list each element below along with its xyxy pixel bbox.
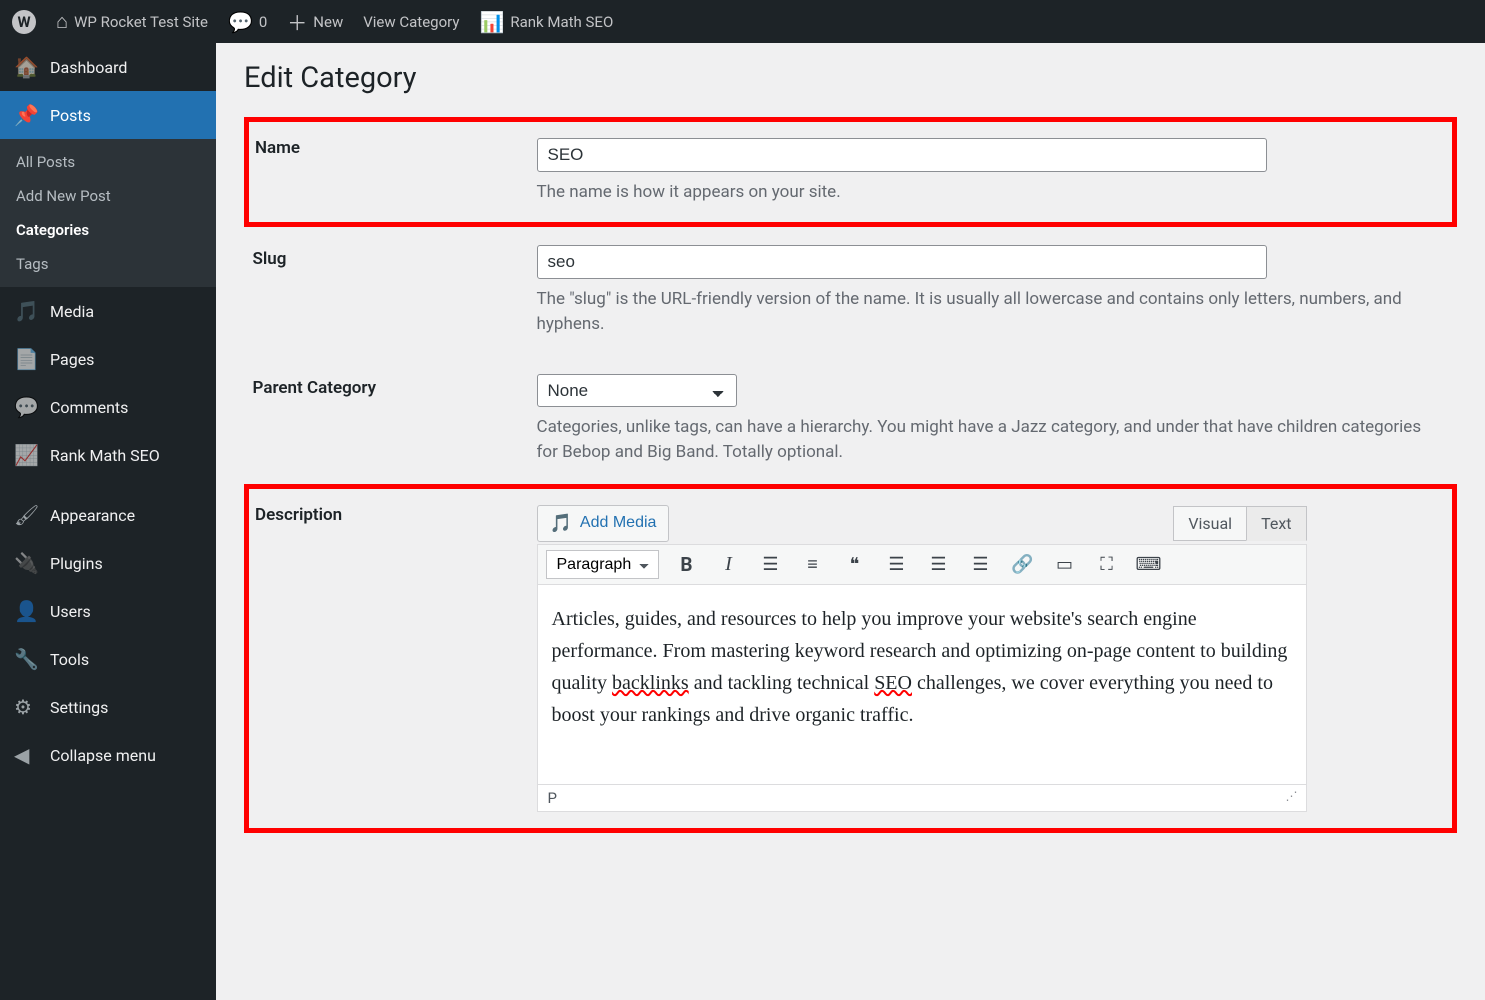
parent-label: Parent Category xyxy=(247,356,537,487)
collapse-icon: ◀ xyxy=(14,743,38,767)
comments-bubble[interactable]: 💬0 xyxy=(228,10,267,34)
sidebar-sub-tags[interactable]: Tags xyxy=(0,247,216,281)
comment-icon: 💬 xyxy=(228,10,253,34)
blockquote-button[interactable]: ❝ xyxy=(841,550,869,578)
sidebar-sub-categories[interactable]: Categories xyxy=(0,213,216,247)
description-editor[interactable]: Articles, guides, and resources to help … xyxy=(537,585,1307,785)
new-content[interactable]: ＋ New xyxy=(287,7,343,36)
admin-sidebar: 🏠 Dashboard 📌 Posts All Posts Add New Post… xyxy=(0,43,216,1000)
format-select[interactable]: Paragraph xyxy=(546,550,659,579)
site-name-label: WP Rocket Test Site xyxy=(74,13,208,31)
new-label: New xyxy=(313,13,343,31)
sidebar-sub-all-posts[interactable]: All Posts xyxy=(0,145,216,179)
media-icon: 🎵 xyxy=(550,513,572,534)
name-input[interactable] xyxy=(537,138,1267,172)
sidebar-item-label: Settings xyxy=(50,698,108,717)
sidebar-item-label: Pages xyxy=(50,350,94,369)
pin-icon: 📌 xyxy=(14,103,38,127)
plus-icon: ＋ xyxy=(287,7,307,36)
resize-handle[interactable]: ⋰ xyxy=(1286,789,1296,807)
description-label: Description xyxy=(247,486,537,830)
sidebar-item-pages[interactable]: 📄 Pages xyxy=(0,335,216,383)
align-left-button[interactable]: ☰ xyxy=(883,550,911,578)
comment-icon: 💬 xyxy=(14,395,38,419)
sidebar-item-dashboard[interactable]: 🏠 Dashboard xyxy=(0,43,216,91)
add-media-label: Add Media xyxy=(580,514,657,532)
slug-input[interactable] xyxy=(537,245,1267,279)
sidebar-item-label: Comments xyxy=(50,398,128,417)
wrench-icon: 🔧 xyxy=(14,647,38,671)
sidebar-item-appearance[interactable]: 🖌 Appearance xyxy=(0,491,216,539)
editor-status-bar: P ⋰ xyxy=(537,785,1307,812)
align-center-button[interactable]: ☰ xyxy=(925,550,953,578)
align-right-button[interactable]: ☰ xyxy=(967,550,995,578)
sidebar-item-label: Collapse menu xyxy=(50,746,156,765)
editor-toolbar: Paragraph B I ☰ ≡ ❝ ☰ ☰ ☰ 🔗 ▭ ⛶ xyxy=(537,544,1307,585)
settings-icon: ⚙ xyxy=(14,695,38,719)
sidebar-item-media[interactable]: 🎵 Media xyxy=(0,287,216,335)
chart-icon: 📈 xyxy=(14,443,38,467)
chart-icon: 📊 xyxy=(479,10,504,34)
parent-hint: Categories, unlike tags, can have a hier… xyxy=(537,415,1443,466)
sidebar-item-comments[interactable]: 💬 Comments xyxy=(0,383,216,431)
sidebar-item-label: Media xyxy=(50,302,94,321)
main-content: Edit Category Name The name is how it ap… xyxy=(216,43,1485,1000)
user-icon: 👤 xyxy=(14,599,38,623)
sidebar-item-label: Dashboard xyxy=(50,58,127,77)
fullscreen-button[interactable]: ⛶ xyxy=(1093,550,1121,578)
tab-text[interactable]: Text xyxy=(1246,506,1306,541)
media-icon: 🎵 xyxy=(14,299,38,323)
sidebar-item-label: Users xyxy=(50,602,91,621)
comment-count: 0 xyxy=(259,13,267,31)
rankmath-topbar[interactable]: 📊 Rank Math SEO xyxy=(479,10,613,34)
sidebar-item-users[interactable]: 👤 Users xyxy=(0,587,216,635)
tab-visual[interactable]: Visual xyxy=(1173,506,1246,541)
dashboard-icon: 🏠 xyxy=(14,55,38,79)
slug-row: Slug The "slug" is the URL-friendly vers… xyxy=(247,224,1455,356)
brush-icon: 🖌 xyxy=(14,503,38,527)
parent-select[interactable]: None xyxy=(537,374,737,407)
sidebar-item-tools[interactable]: 🔧 Tools xyxy=(0,635,216,683)
page-title: Edit Category xyxy=(244,61,1457,95)
view-category-link[interactable]: View Category xyxy=(363,13,459,31)
site-name-link[interactable]: ⌂ WP Rocket Test Site xyxy=(56,9,208,34)
wp-logo-menu[interactable]: W xyxy=(12,10,36,34)
slug-label: Slug xyxy=(247,224,537,356)
sidebar-item-label: Plugins xyxy=(50,554,103,573)
link-button[interactable]: 🔗 xyxy=(1009,550,1037,578)
home-icon: ⌂ xyxy=(56,9,68,34)
view-label: View Category xyxy=(363,13,459,31)
sidebar-item-label: Tools xyxy=(50,650,89,669)
sidebar-item-label: Appearance xyxy=(50,506,135,525)
name-row: Name The name is how it appears on your … xyxy=(247,120,1455,225)
sidebar-item-label: Posts xyxy=(50,106,91,125)
wordpress-icon: W xyxy=(12,10,36,34)
sidebar-sub-add-post[interactable]: Add New Post xyxy=(0,179,216,213)
add-media-button[interactable]: 🎵 Add Media xyxy=(537,505,670,542)
numbered-list-button[interactable]: ≡ xyxy=(799,550,827,578)
page-icon: 📄 xyxy=(14,347,38,371)
italic-button[interactable]: I xyxy=(715,550,743,578)
sidebar-collapse[interactable]: ◀ Collapse menu xyxy=(0,731,216,779)
slug-hint: The "slug" is the URL-friendly version o… xyxy=(537,287,1443,338)
description-row: Description 🎵 Add Media Visual Text Parag… xyxy=(247,486,1455,830)
posts-submenu: All Posts Add New Post Categories Tags xyxy=(0,139,216,287)
rankmath-label: Rank Math SEO xyxy=(510,13,613,31)
name-label: Name xyxy=(247,120,537,225)
plug-icon: 🔌 xyxy=(14,551,38,575)
sidebar-item-rankmath[interactable]: 📈 Rank Math SEO xyxy=(0,431,216,479)
parent-row: Parent Category None Categories, unlike … xyxy=(247,356,1455,487)
sidebar-item-settings[interactable]: ⚙ Settings xyxy=(0,683,216,731)
editor-path: P xyxy=(548,789,557,807)
name-hint: The name is how it appears on your site. xyxy=(537,180,1441,206)
sidebar-item-posts[interactable]: 📌 Posts xyxy=(0,91,216,139)
bold-button[interactable]: B xyxy=(673,550,701,578)
sidebar-item-plugins[interactable]: 🔌 Plugins xyxy=(0,539,216,587)
bullet-list-button[interactable]: ☰ xyxy=(757,550,785,578)
admin-topbar: W ⌂WP Rocket Test Site 💬0 ＋New View Cate… xyxy=(0,0,1485,43)
sidebar-item-label: Rank Math SEO xyxy=(50,446,160,465)
readmore-button[interactable]: ▭ xyxy=(1051,550,1079,578)
kitchen-sink-button[interactable]: ⌨ xyxy=(1135,550,1163,578)
